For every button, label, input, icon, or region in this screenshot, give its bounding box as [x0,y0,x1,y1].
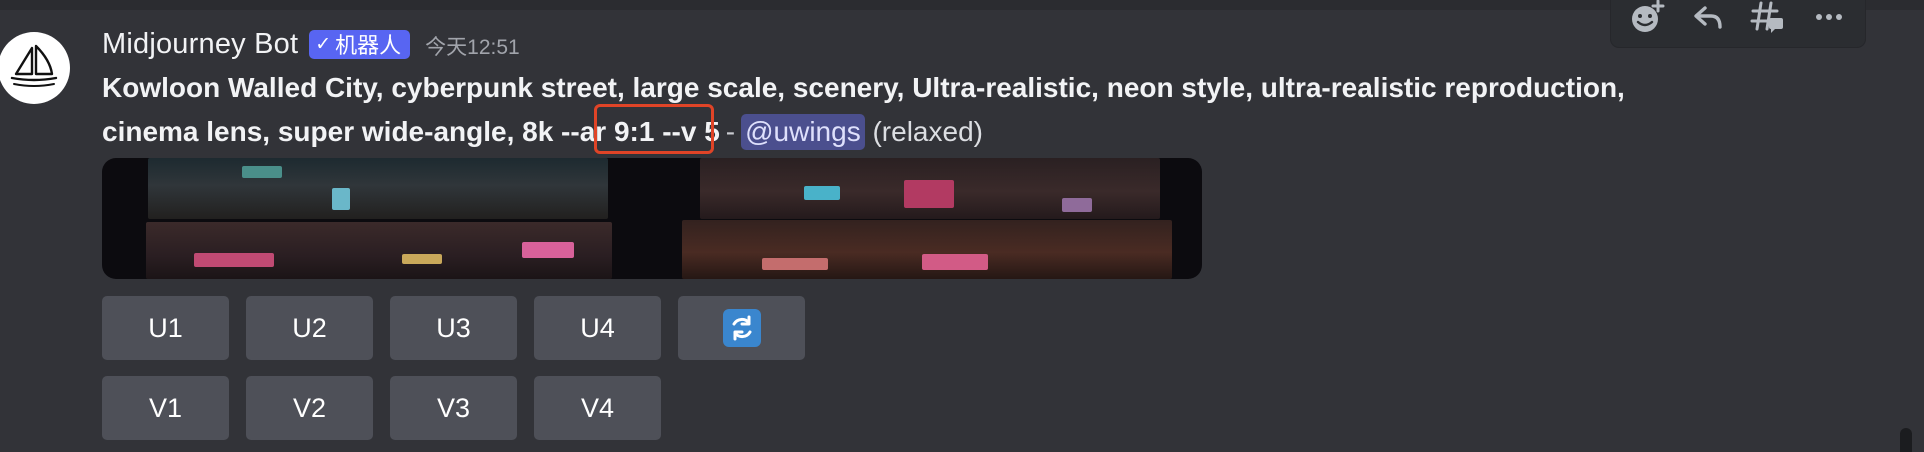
neon-sign [804,186,840,200]
verified-check-icon: ✓ [315,33,332,55]
add-reaction-icon[interactable] [1625,0,1669,39]
neon-sign [1062,198,1092,212]
neon-sign [242,166,282,178]
upscale-button-2[interactable]: U2 [246,296,373,360]
reroll-button[interactable] [678,296,805,360]
job-mode: (relaxed) [872,116,983,147]
variation-button-4[interactable]: V4 [534,376,661,440]
upscale-button-3[interactable]: U3 [390,296,517,360]
discord-message-view: Midjourney Bot ✓ 机器人 今天12:51 Kowloon Wal… [0,0,1924,452]
scrollbar-thumb[interactable] [1900,428,1912,452]
author-name[interactable]: Midjourney Bot [102,28,298,61]
message-header: Midjourney Bot ✓ 机器人 今天12:51 [102,26,520,62]
neon-sign [194,253,274,267]
bot-badge: ✓ 机器人 [309,29,411,59]
sailboat-logo-icon [10,44,58,87]
reply-icon[interactable] [1686,0,1730,39]
more-icon[interactable] [1807,0,1851,39]
reroll-icon [722,309,761,347]
prompt-line-2: cinema lens, super wide-angle, 8k --ar 9… [102,110,1802,154]
neon-sign [762,258,828,270]
upscale-button-1[interactable]: U1 [102,296,229,360]
neon-sign [522,242,574,258]
aspect-ratio-highlight [594,104,714,154]
image-tile-1 [148,158,608,219]
prompt-line-1: Kowloon Walled City, cyberpunk street, l… [102,72,1625,103]
neon-sign [402,254,442,264]
separator: - [725,116,736,147]
message-hover-toolbar [1610,0,1866,48]
variation-button-3[interactable]: V3 [390,376,517,440]
neon-sign [332,188,350,210]
message-timestamp[interactable]: 今天12:51 [425,31,520,61]
user-mention[interactable]: @uwings [741,114,865,150]
neon-sign [904,180,954,208]
generated-image-grid[interactable] [102,158,1202,279]
variation-button-2[interactable]: V2 [246,376,373,440]
create-thread-icon[interactable] [1746,0,1790,39]
bot-badge-label: 机器人 [335,33,402,58]
image-tile-4 [682,220,1172,279]
upscale-buttons: U1 U2 U3 U4 [102,296,805,360]
bot-avatar[interactable] [0,32,70,104]
neon-sign [922,254,988,270]
variation-buttons: V1 V2 V3 V4 [102,376,661,440]
upscale-button-4[interactable]: U4 [534,296,661,360]
variation-button-1[interactable]: V1 [102,376,229,440]
